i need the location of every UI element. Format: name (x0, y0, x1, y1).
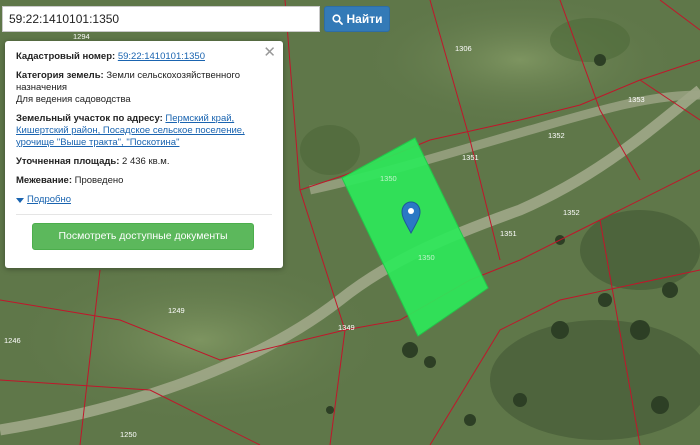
area-value: 2 436 кв.м. (122, 156, 170, 167)
permitted-use-value: Для ведения садоводства (16, 94, 131, 105)
survey-label: Межевание: (16, 175, 72, 186)
close-icon[interactable]: ✕ (263, 45, 276, 60)
svg-text:1351: 1351 (500, 229, 517, 238)
svg-text:1350: 1350 (380, 174, 397, 183)
area-label: Уточненная площадь: (16, 156, 120, 167)
area-row: Уточненная площадь: 2 436 кв.м. (16, 156, 272, 168)
svg-text:1350: 1350 (418, 253, 435, 262)
cadastral-label: Кадастровый номер: (16, 51, 116, 62)
category-label: Категория земель: (16, 70, 104, 81)
svg-text:1294: 1294 (73, 32, 90, 41)
svg-text:1352: 1352 (563, 208, 580, 217)
survey-row: Межевание: Проведено (16, 175, 272, 187)
details-link[interactable]: Подробно (27, 194, 71, 206)
cadastral-row: Кадастровый номер: 59:22:1410101:1350 (16, 51, 272, 63)
svg-text:1249: 1249 (168, 306, 185, 315)
address-row: Земельный участок по адресу: Пермский кр… (16, 113, 272, 149)
svg-text:1351: 1351 (462, 153, 479, 162)
svg-text:1352: 1352 (548, 131, 565, 140)
search-box (2, 6, 320, 32)
divider (16, 214, 272, 215)
category-row: Категория земель: Земли сельскохозяйстве… (16, 70, 272, 106)
svg-text:1353: 1353 (628, 95, 645, 104)
svg-text:1306: 1306 (455, 44, 472, 53)
search-button[interactable]: Найти (324, 6, 390, 32)
survey-value: Проведено (74, 175, 124, 186)
search-button-label: Найти (346, 12, 383, 26)
view-documents-button[interactable]: Посмотреть доступные документы (32, 223, 254, 250)
search-input[interactable] (3, 7, 319, 31)
parcel-info-panel: ✕ Кадастровый номер: 59:22:1410101:1350 … (5, 41, 283, 268)
address-label: Земельный участок по адресу: (16, 113, 163, 124)
caret-down-icon (16, 197, 24, 203)
svg-text:1250: 1250 (120, 430, 137, 439)
details-toggle[interactable]: Подробно (16, 194, 272, 206)
svg-text:1349: 1349 (338, 323, 355, 332)
cadastral-number-link[interactable]: 59:22:1410101:1350 (118, 51, 205, 62)
search-icon (331, 13, 343, 25)
svg-text:1246: 1246 (4, 336, 21, 345)
